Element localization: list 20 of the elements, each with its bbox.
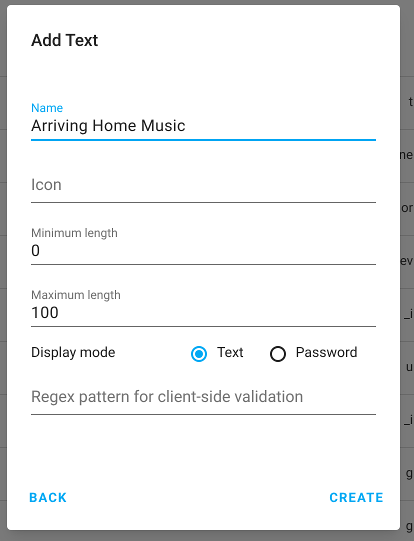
display-mode-label: Display mode [31, 344, 116, 363]
list-text: ne [398, 147, 413, 166]
list-text: _i [404, 412, 413, 430]
text-field[interactable]: Icon [31, 150, 376, 202]
list-text: u [406, 359, 413, 378]
radio-option[interactable]: Text [191, 343, 244, 364]
text-field[interactable]: Maximum length 100 [31, 274, 376, 326]
list-text: g [406, 465, 413, 484]
text-field[interactable]: Name Arriving Home Music [31, 88, 376, 140]
list-text: ev [400, 253, 413, 272]
dialog-title: Add Text [31, 30, 100, 53]
radio-icon[interactable] [191, 346, 207, 362]
list-text: g [406, 518, 413, 536]
text-field[interactable]: Minimum length 0 [31, 212, 376, 264]
text-field[interactable]: Regex pattern for client-side validation [31, 370, 376, 414]
radio-option[interactable]: Password [270, 343, 358, 364]
list-text: _i [404, 306, 413, 324]
radio-icon[interactable] [270, 346, 286, 362]
list-text: or [401, 200, 413, 218]
list-text: t [408, 94, 413, 112]
